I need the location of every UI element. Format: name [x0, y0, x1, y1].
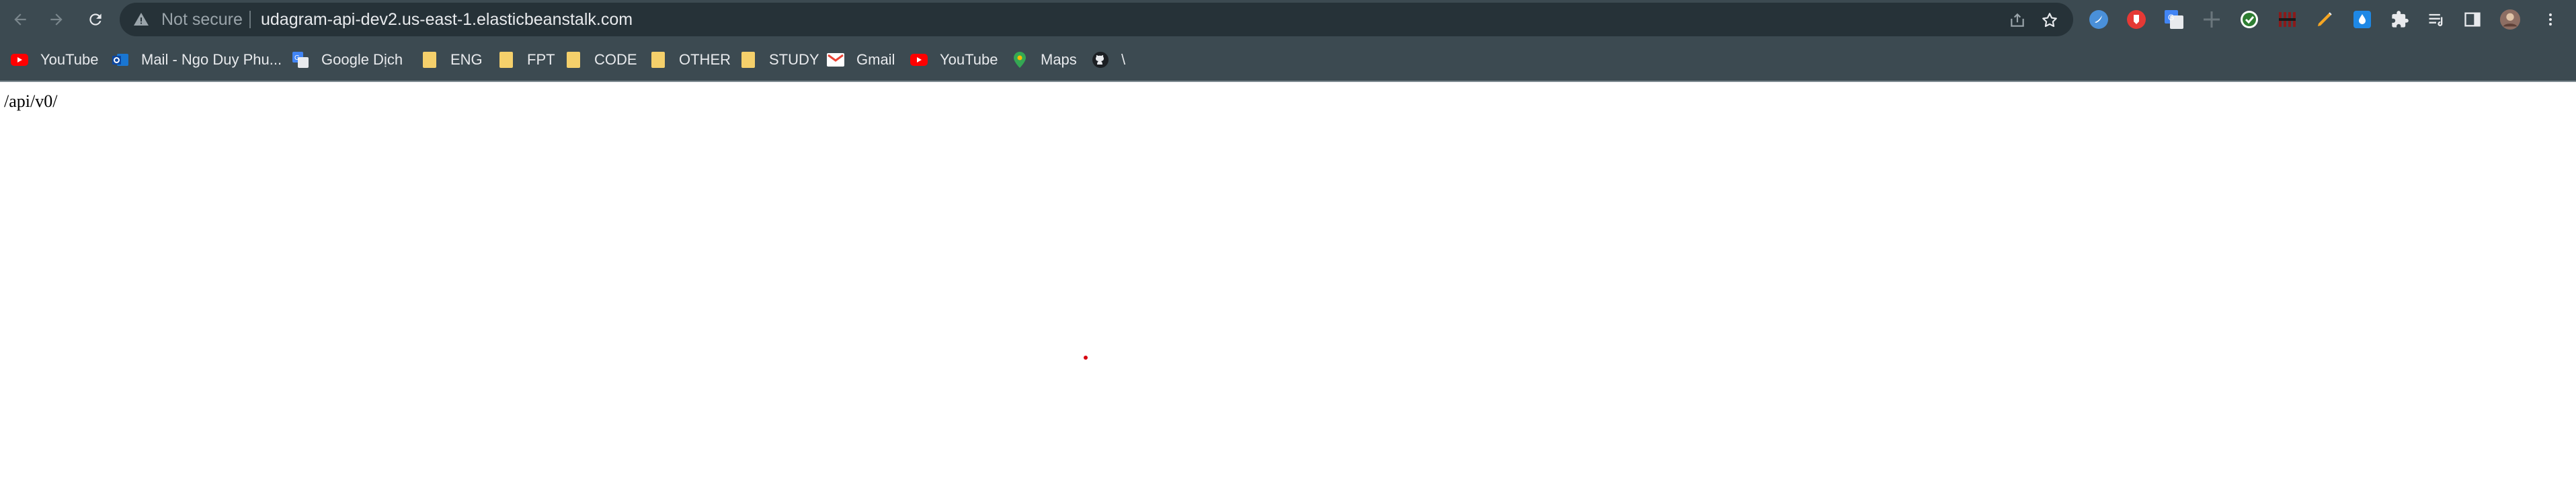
bookmark-folder-study[interactable]: STUDY [739, 48, 819, 72]
bookmark-label: Mail - Ngo Duy Phu... [141, 51, 282, 68]
security-status-label[interactable]: Not secure [161, 10, 243, 29]
github-icon [1092, 51, 1109, 69]
youtube-icon [910, 51, 928, 69]
maps-icon [1011, 51, 1029, 69]
reload-button[interactable] [82, 6, 109, 33]
reload-icon [89, 13, 102, 26]
bookmark-folder-code[interactable]: CODE [565, 48, 637, 72]
omnibox-separator [249, 11, 251, 28]
side-panel-icon[interactable] [2462, 9, 2483, 30]
bookmark-label: STUDY [769, 51, 819, 68]
bookmark-label: ENG [450, 51, 483, 68]
cursor-dot [1084, 356, 1088, 360]
bookmark-label: OTHER [679, 51, 731, 68]
svg-text:G: G [294, 54, 300, 62]
bookmark-google-dich[interactable]: G Google Dịch [292, 48, 403, 72]
google-translate-extension-icon[interactable]: G [2163, 9, 2185, 30]
bookmark-gmail[interactable]: Gmail [827, 48, 895, 72]
arrow-left-icon [14, 13, 26, 26]
bookmark-github[interactable]: \ [1092, 48, 1125, 72]
google-translate-icon: G [292, 51, 309, 69]
bookmark-label: Maps [1041, 51, 1077, 68]
arrow-right-icon [50, 13, 63, 26]
response-text: /api/v0/ [4, 91, 58, 111]
back-button[interactable] [7, 6, 34, 33]
bookmark-youtube-2[interactable]: YouTube [910, 48, 998, 72]
browser-window: Not secure udagram-api-dev2.us-east-1.el… [0, 0, 2576, 480]
browser-toolbar: Not secure udagram-api-dev2.us-east-1.el… [0, 0, 2576, 39]
bookmark-mail[interactable]: Mail - Ngo Duy Phu... [112, 48, 282, 72]
folder-icon [565, 51, 582, 69]
forward-button[interactable] [43, 6, 70, 33]
share-icon[interactable] [2009, 11, 2026, 29]
folder-icon [421, 51, 438, 69]
bookmark-label: YouTube [40, 51, 99, 68]
address-bar[interactable]: Not secure udagram-api-dev2.us-east-1.el… [120, 3, 2073, 36]
youtube-icon [11, 51, 28, 69]
orange-pencil-extension-icon[interactable] [2314, 9, 2335, 30]
bookmark-label: Gmail [856, 51, 895, 68]
bookmark-folder-other[interactable]: OTHER [649, 48, 731, 72]
folder-icon [649, 51, 667, 69]
bookmark-folder-eng[interactable]: ENG [421, 48, 483, 72]
dark-red-grid-extension-icon[interactable] [2276, 9, 2298, 30]
outlook-icon [112, 51, 129, 69]
bookmark-label: YouTube [940, 51, 998, 68]
bookmark-label: FPT [527, 51, 555, 68]
red-shield-extension-icon[interactable] [2126, 9, 2147, 30]
folder-icon [497, 51, 515, 69]
bookmark-youtube[interactable]: YouTube [11, 48, 98, 72]
green-check-extension-icon[interactable] [2239, 9, 2260, 30]
bookmark-maps[interactable]: Maps [1011, 48, 1077, 72]
blue-drop-extension-icon[interactable] [2351, 9, 2373, 30]
bookmark-label: CODE [594, 51, 637, 68]
grey-plus-extension-icon[interactable] [2201, 9, 2222, 30]
star-icon[interactable] [2041, 11, 2058, 29]
url-text[interactable]: udagram-api-dev2.us-east-1.elasticbeanst… [261, 10, 633, 29]
folder-icon [739, 51, 757, 69]
blue-bird-extension-icon[interactable] [2088, 9, 2109, 30]
bookmark-label: Google Dịch [321, 51, 403, 68]
kebab-menu-icon[interactable] [2540, 9, 2561, 30]
media-list-icon[interactable] [2425, 9, 2447, 30]
warning-icon[interactable] [133, 11, 149, 28]
bookmarks-bar: YouTube Mail - Ngo Duy Phu... G Google D… [0, 39, 2576, 81]
svg-text:G: G [2168, 13, 2174, 22]
page-content: /api/v0/ [0, 82, 2576, 480]
bookmark-folder-fpt[interactable]: FPT [497, 48, 555, 72]
gmail-icon [827, 51, 844, 69]
puzzle-icon[interactable] [2389, 9, 2411, 30]
bookmark-label: \ [1121, 51, 1126, 68]
profile-avatar[interactable] [2499, 9, 2521, 30]
